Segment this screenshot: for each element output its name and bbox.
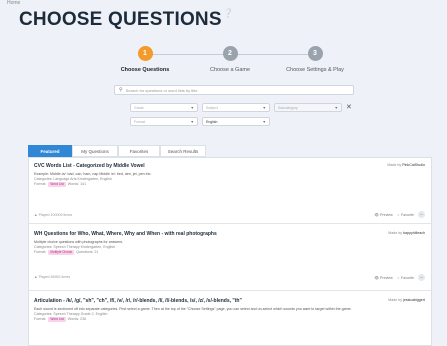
card-description: Example: Middle /a/: bad, can, ham, nap … bbox=[34, 172, 152, 176]
format-select[interactable]: Format ▼ bbox=[130, 117, 198, 126]
subcategory-select-value: Subcategory bbox=[278, 105, 298, 110]
card-description: Each sound is sectioned off into separat… bbox=[34, 307, 352, 311]
tab-my-questions[interactable]: My Questions bbox=[72, 145, 118, 157]
format-badge: Word List bbox=[48, 181, 66, 187]
question-circle-icon[interactable]: ❔ bbox=[223, 8, 234, 19]
favorite-label: Favorite bbox=[401, 212, 414, 217]
star-icon: ☆ bbox=[396, 275, 401, 280]
format-label: Format: bbox=[34, 182, 47, 187]
card-categories: Categories: Speech Therapy Grade 2, Engl… bbox=[34, 312, 108, 317]
step-choose-game[interactable]: 2 Choose a Game bbox=[185, 46, 275, 73]
card-author: Made by happyhilleach bbox=[388, 231, 425, 235]
play-count-text: Played 100009 times bbox=[38, 213, 73, 217]
question-tabs: Featured My Questions Favorites Search R… bbox=[28, 145, 206, 157]
list-item[interactable]: Articulation - /k/, /g/, "sh", "ch", /f/… bbox=[29, 293, 431, 346]
chevron-down-icon: ▼ bbox=[190, 105, 194, 110]
card-format: Format: Multiple Choice Questions: 21 bbox=[34, 249, 426, 255]
step-number: 1 bbox=[137, 46, 153, 61]
favorite-button[interactable]: ☆ Favorite bbox=[397, 213, 414, 217]
clear-filters-icon[interactable]: ✕ bbox=[346, 103, 352, 111]
author-link[interactable]: PinkCatStudio bbox=[402, 163, 425, 167]
subject-select[interactable]: Subject ▼ bbox=[202, 103, 270, 112]
star-icon: ☆ bbox=[396, 212, 401, 217]
format-select-value: Format bbox=[134, 119, 146, 124]
format-label: Format: bbox=[34, 250, 47, 255]
grade-select[interactable]: Grade ▼ bbox=[130, 103, 198, 112]
tab-favorites[interactable]: Favorites bbox=[118, 145, 160, 157]
eye-icon: 👁 bbox=[374, 275, 379, 280]
more-options-icon[interactable]: ··· bbox=[418, 211, 425, 218]
language-select[interactable]: English ▼ bbox=[202, 117, 270, 126]
author-link[interactable]: happyhilleach bbox=[403, 231, 425, 235]
chevron-down-icon: ▼ bbox=[262, 105, 266, 110]
card-format: Format: Word List Words: 236 bbox=[34, 316, 426, 322]
preview-button[interactable]: 👁 Preview bbox=[374, 213, 392, 217]
made-by-label: Made by bbox=[388, 231, 403, 235]
step-number: 3 bbox=[307, 46, 323, 61]
step-label: Choose a Game bbox=[209, 67, 251, 73]
grade-select-value: Grade bbox=[134, 105, 144, 110]
step-label: Choose Settings & Play bbox=[286, 67, 344, 73]
card-categories: Categories: Language Arts Kindergarten, … bbox=[34, 177, 112, 182]
format-badge: Multiple Choice bbox=[48, 249, 75, 255]
preview-label: Preview bbox=[379, 275, 393, 280]
page-title: CHOOSE QUESTIONS ❔ bbox=[19, 8, 234, 31]
play-count-text: Played 46952 times bbox=[38, 275, 71, 279]
results-panel: CVC Words List - Categorized by Middle V… bbox=[28, 157, 432, 346]
progress-steps: 1 Choose Questions 2 Choose a Game 3 Cho… bbox=[100, 46, 360, 76]
step-choose-questions[interactable]: 1 Choose Questions bbox=[100, 46, 190, 73]
tab-search-results[interactable]: Search Results bbox=[160, 145, 206, 157]
format-label: Format: bbox=[34, 317, 47, 322]
favorite-button[interactable]: ☆ Favorite bbox=[397, 276, 414, 280]
chevron-down-icon: ▼ bbox=[190, 119, 194, 124]
item-count: Words: 141 bbox=[67, 182, 87, 187]
card-author: Made by jessicabiggert bbox=[388, 298, 425, 302]
card-actions: 👁 Preview ☆ Favorite ··· bbox=[374, 211, 425, 218]
favorite-label: Favorite bbox=[401, 275, 414, 280]
card-categories: Categories: Speech Therapy Kindergarten,… bbox=[34, 245, 116, 250]
card-actions: 👁 Preview ☆ Favorite ··· bbox=[374, 274, 425, 281]
filter-panel: ⚲ Search for questions or word lists by … bbox=[114, 85, 354, 133]
eye-icon: 👁 bbox=[374, 212, 379, 217]
card-description: Multiple choice questions with photograp… bbox=[34, 240, 124, 244]
play-count: ▲ Played 46952 times bbox=[34, 275, 70, 279]
author-link[interactable]: jessicabiggert bbox=[403, 298, 425, 302]
item-count: Questions: 21 bbox=[76, 250, 99, 255]
page-title-text: CHOOSE QUESTIONS bbox=[19, 9, 222, 30]
list-item[interactable]: WH Questions for Who, What, Where, Why a… bbox=[29, 226, 431, 291]
card-title[interactable]: WH Questions for Who, What, Where, Why a… bbox=[34, 231, 426, 237]
subcategory-select[interactable]: Subcategory ▼ bbox=[274, 103, 342, 112]
format-badge: Word List bbox=[48, 316, 66, 322]
search-icon: ⚲ bbox=[119, 87, 123, 93]
search-placeholder: Search for questions or word lists by ti… bbox=[125, 87, 198, 93]
more-options-icon[interactable]: ··· bbox=[418, 274, 425, 281]
made-by-label: Made by bbox=[388, 298, 403, 302]
card-title[interactable]: Articulation - /k/, /g/, "sh", "ch", /f/… bbox=[34, 298, 426, 304]
list-item[interactable]: CVC Words List - Categorized by Middle V… bbox=[29, 158, 431, 224]
card-format: Format: Word List Words: 141 bbox=[34, 181, 426, 187]
step-number: 2 bbox=[222, 46, 238, 61]
step-label: Choose Questions bbox=[120, 67, 170, 73]
step-choose-settings[interactable]: 3 Choose Settings & Play bbox=[270, 46, 360, 73]
made-by-label: Made by bbox=[387, 163, 402, 167]
tab-featured[interactable]: Featured bbox=[28, 145, 72, 157]
play-icon: ▲ bbox=[34, 213, 38, 217]
card-title[interactable]: CVC Words List - Categorized by Middle V… bbox=[34, 163, 426, 169]
search-input[interactable]: ⚲ Search for questions or word lists by … bbox=[114, 85, 354, 95]
chevron-down-icon: ▼ bbox=[262, 119, 266, 124]
preview-button[interactable]: 👁 Preview bbox=[374, 276, 392, 280]
breadcrumb-home[interactable]: Home bbox=[7, 0, 20, 6]
subject-select-value: Subject bbox=[206, 105, 218, 110]
chevron-down-icon: ▼ bbox=[334, 105, 338, 110]
item-count: Words: 236 bbox=[67, 317, 87, 322]
language-select-value: English bbox=[206, 119, 218, 124]
card-author: Made by PinkCatStudio bbox=[387, 163, 425, 167]
play-count: ▲ Played 100009 times bbox=[34, 213, 72, 217]
preview-label: Preview bbox=[379, 212, 393, 217]
play-icon: ▲ bbox=[34, 275, 38, 279]
